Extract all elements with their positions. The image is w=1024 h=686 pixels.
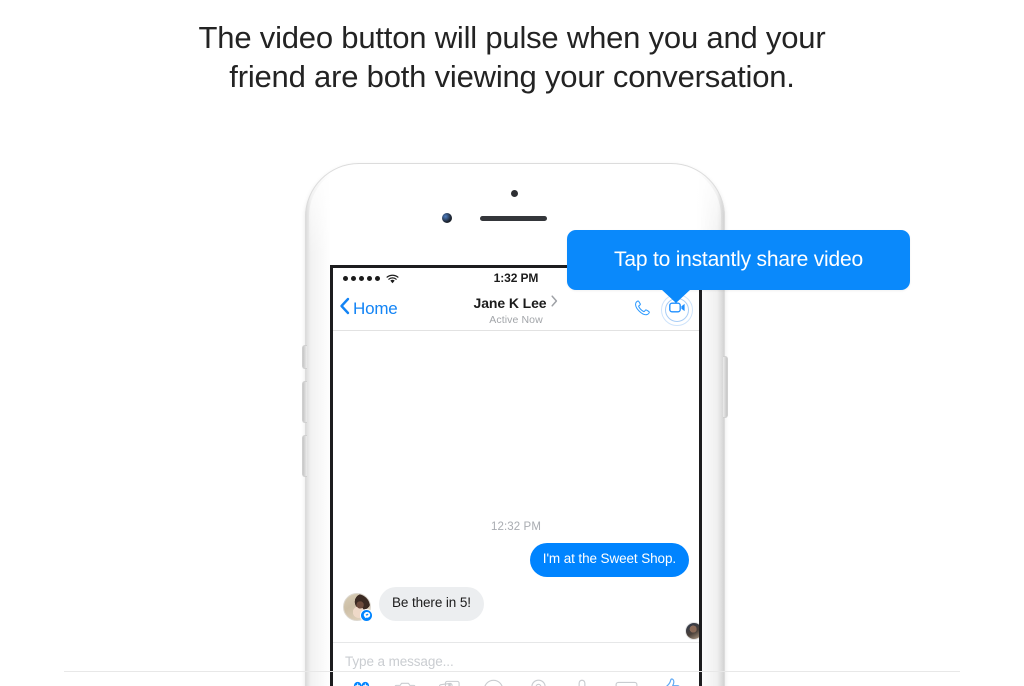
message-bubble-outgoing[interactable]: I'm at the Sweet Shop. <box>529 543 689 577</box>
message-input[interactable]: Type a message... <box>345 643 687 669</box>
power-button[interactable] <box>723 356 728 418</box>
proximity-sensor-icon <box>511 190 518 197</box>
message-row-incoming: Be there in 5! <box>343 586 689 622</box>
photos-icon[interactable] <box>435 677 465 686</box>
screen-bezel: 1:32 PM Home Jane K Lee Active Now 12:32… <box>330 265 702 686</box>
message-thread: 12:32 PM I'm at the Sweet Shop. Be there… <box>333 331 699 642</box>
more-dots-icon[interactable] <box>612 677 642 686</box>
back-button-label: Home <box>353 298 398 318</box>
apps-grid-icon[interactable] <box>346 677 376 686</box>
page-title: The video button will pulse when you and… <box>0 18 1024 96</box>
emoji-icon[interactable] <box>479 677 509 686</box>
message-row-outgoing: I'm at the Sweet Shop. <box>343 543 689 577</box>
audio-call-button[interactable] <box>629 297 655 323</box>
contact-name: Jane K Lee <box>473 295 547 311</box>
messenger-badge-icon <box>360 608 373 622</box>
read-receipt-avatar <box>685 622 699 640</box>
tooltip-text: Tap to instantly share video <box>614 248 863 271</box>
navigation-bar: Home Jane K Lee Active Now <box>333 289 699 331</box>
thread-timestamp: 12:32 PM <box>490 521 542 533</box>
bottom-divider <box>64 671 960 672</box>
chevron-right-icon <box>551 294 558 312</box>
avatar[interactable] <box>343 592 373 622</box>
headline-line-1: The video button will pulse when you and… <box>198 20 826 55</box>
location-pin-icon[interactable] <box>523 677 553 686</box>
microphone-icon[interactable] <box>567 677 597 686</box>
message-composer: Type a message... <box>333 642 699 686</box>
message-bubble-incoming[interactable]: Be there in 5! <box>379 586 484 621</box>
camera-icon[interactable] <box>390 677 420 686</box>
tooltip-callout: Tap to instantly share video <box>567 230 910 303</box>
phone-icon <box>632 298 652 323</box>
chevron-left-icon <box>339 297 350 320</box>
phone-screen: 1:32 PM Home Jane K Lee Active Now 12:32… <box>333 268 699 686</box>
back-button[interactable]: Home <box>339 297 398 320</box>
front-camera-icon <box>442 213 452 223</box>
tooltip-tail <box>661 289 691 303</box>
video-camera-icon <box>668 301 686 319</box>
thumbs-up-icon[interactable] <box>656 677 686 686</box>
volume-up-button[interactable] <box>302 381 307 423</box>
volume-down-button[interactable] <box>302 435 307 477</box>
page-root: The video button will pulse when you and… <box>0 0 1024 686</box>
contact-name-row[interactable]: Jane K Lee <box>474 294 559 312</box>
headline-line-2: friend are both viewing your conversatio… <box>229 59 795 94</box>
mute-switch-button[interactable] <box>302 345 307 369</box>
earpiece-speaker-icon <box>480 216 547 221</box>
